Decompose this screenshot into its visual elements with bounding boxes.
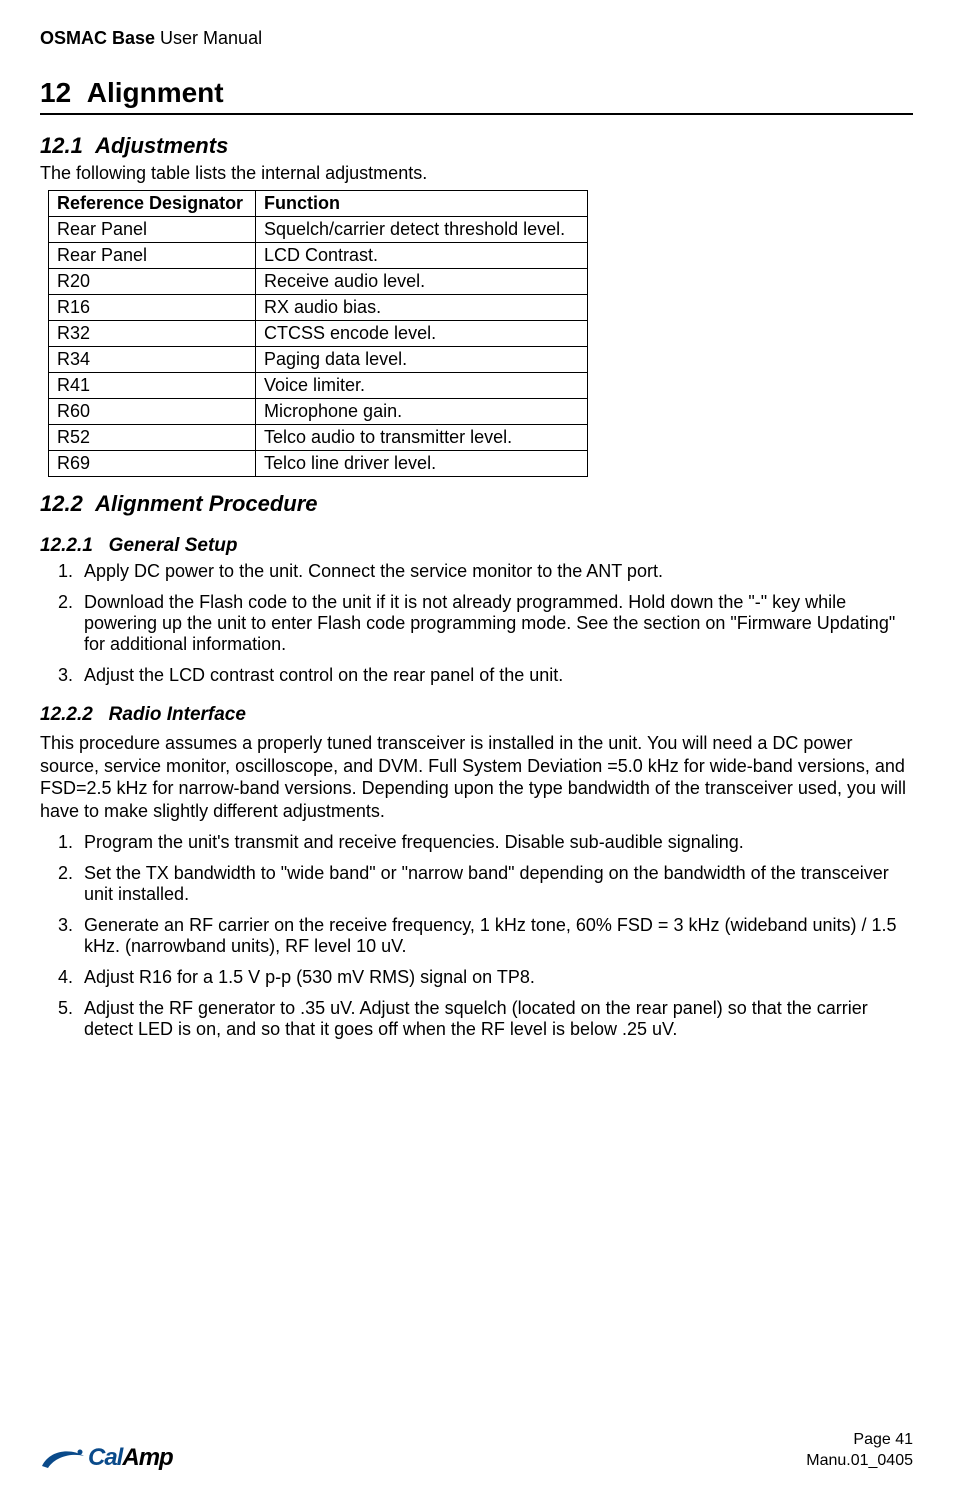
table-row: Rear Panel Squelch/carrier detect thresh… <box>49 217 588 243</box>
chapter-heading: 12 Alignment <box>40 77 913 109</box>
chapter-number: 12 <box>40 77 71 108</box>
td-ref: R34 <box>49 347 256 373</box>
td-func: Squelch/carrier detect threshold level. <box>256 217 588 243</box>
td-ref: R69 <box>49 451 256 477</box>
logo-part1: Cal <box>88 1444 122 1471</box>
subsection-title: General Setup <box>109 535 238 556</box>
chapter-title: Alignment <box>87 77 224 108</box>
section-number: 12.2 <box>40 491 83 516</box>
td-func: Receive audio level. <box>256 269 588 295</box>
table-row: R20 Receive audio level. <box>49 269 588 295</box>
subsection-number: 12.2.1 <box>40 535 93 556</box>
td-ref: R16 <box>49 295 256 321</box>
logo-swoosh-icon <box>40 1446 86 1470</box>
list-item: Program the unit's transmit and receive … <box>78 832 913 853</box>
td-ref: R41 <box>49 373 256 399</box>
list-item: Download the Flash code to the unit if i… <box>78 592 913 655</box>
section1-lead: The following table lists the internal a… <box>40 163 913 184</box>
section-title: Adjustments <box>95 133 228 158</box>
td-func: Microphone gain. <box>256 399 588 425</box>
table-row: R16 RX audio bias. <box>49 295 588 321</box>
section-adjustments-heading: 12.1 Adjustments <box>40 133 913 159</box>
section-title: Alignment Procedure <box>95 491 317 516</box>
td-ref: R52 <box>49 425 256 451</box>
table-row: R60 Microphone gain. <box>49 399 588 425</box>
table-row: R52 Telco audio to transmitter level. <box>49 425 588 451</box>
table-row: R41 Voice limiter. <box>49 373 588 399</box>
table-row: R34 Paging data level. <box>49 347 588 373</box>
list-item: Apply DC power to the unit. Connect the … <box>78 561 913 582</box>
table-header-row: Reference Designator Function <box>49 191 588 217</box>
chapter-rule <box>40 113 913 115</box>
td-func: Voice limiter. <box>256 373 588 399</box>
subsection-radio-interface-heading: 12.2.2 Radio Interface <box>40 704 913 726</box>
table-row: R69 Telco line driver level. <box>49 451 588 477</box>
list-item: Adjust R16 for a 1.5 V p-p (530 mV RMS) … <box>78 967 913 988</box>
td-func: Telco audio to transmitter level. <box>256 425 588 451</box>
subsection-number: 12.2.2 <box>40 704 93 725</box>
td-ref: Rear Panel <box>49 217 256 243</box>
list-item: Adjust the RF generator to .35 uV. Adjus… <box>78 998 913 1040</box>
td-func: RX audio bias. <box>256 295 588 321</box>
page-number: Page 41 <box>806 1430 913 1451</box>
calamp-logo: CalAmp <box>40 1444 173 1472</box>
logo-text: CalAmp <box>88 1444 173 1472</box>
subsection-title: Radio Interface <box>109 704 246 725</box>
table-row: Rear Panel LCD Contrast. <box>49 243 588 269</box>
radio-interface-lead: This procedure assumes a properly tuned … <box>40 732 913 822</box>
td-ref: R32 <box>49 321 256 347</box>
th-reference: Reference Designator <box>49 191 256 217</box>
general-setup-list: Apply DC power to the unit. Connect the … <box>40 561 913 686</box>
footer-right: Page 41 Manu.01_0405 <box>806 1430 913 1472</box>
td-func: LCD Contrast. <box>256 243 588 269</box>
table-row: R32 CTCSS encode level. <box>49 321 588 347</box>
td-func: Telco line driver level. <box>256 451 588 477</box>
subsection-general-setup-heading: 12.2.1 General Setup <box>40 535 913 557</box>
td-ref: Rear Panel <box>49 243 256 269</box>
header-product-rest: User Manual <box>155 28 262 48</box>
th-function: Function <box>256 191 588 217</box>
doc-number: Manu.01_0405 <box>806 1451 913 1472</box>
section-alignment-heading: 12.2 Alignment Procedure <box>40 491 913 517</box>
radio-interface-list: Program the unit's transmit and receive … <box>40 832 913 1040</box>
section-number: 12.1 <box>40 133 83 158</box>
list-item: Generate an RF carrier on the receive fr… <box>78 915 913 957</box>
page-footer: CalAmp Page 41 Manu.01_0405 <box>40 1430 913 1472</box>
logo-part2: Amp <box>122 1444 172 1471</box>
td-func: Paging data level. <box>256 347 588 373</box>
adjustments-table: Reference Designator Function Rear Panel… <box>48 190 588 477</box>
header-product-bold: OSMAC Base <box>40 28 155 48</box>
td-ref: R20 <box>49 269 256 295</box>
list-item: Adjust the LCD contrast control on the r… <box>78 665 913 686</box>
td-ref: R60 <box>49 399 256 425</box>
list-item: Set the TX bandwidth to "wide band" or "… <box>78 863 913 905</box>
td-func: CTCSS encode level. <box>256 321 588 347</box>
running-header: OSMAC Base User Manual <box>40 28 913 49</box>
